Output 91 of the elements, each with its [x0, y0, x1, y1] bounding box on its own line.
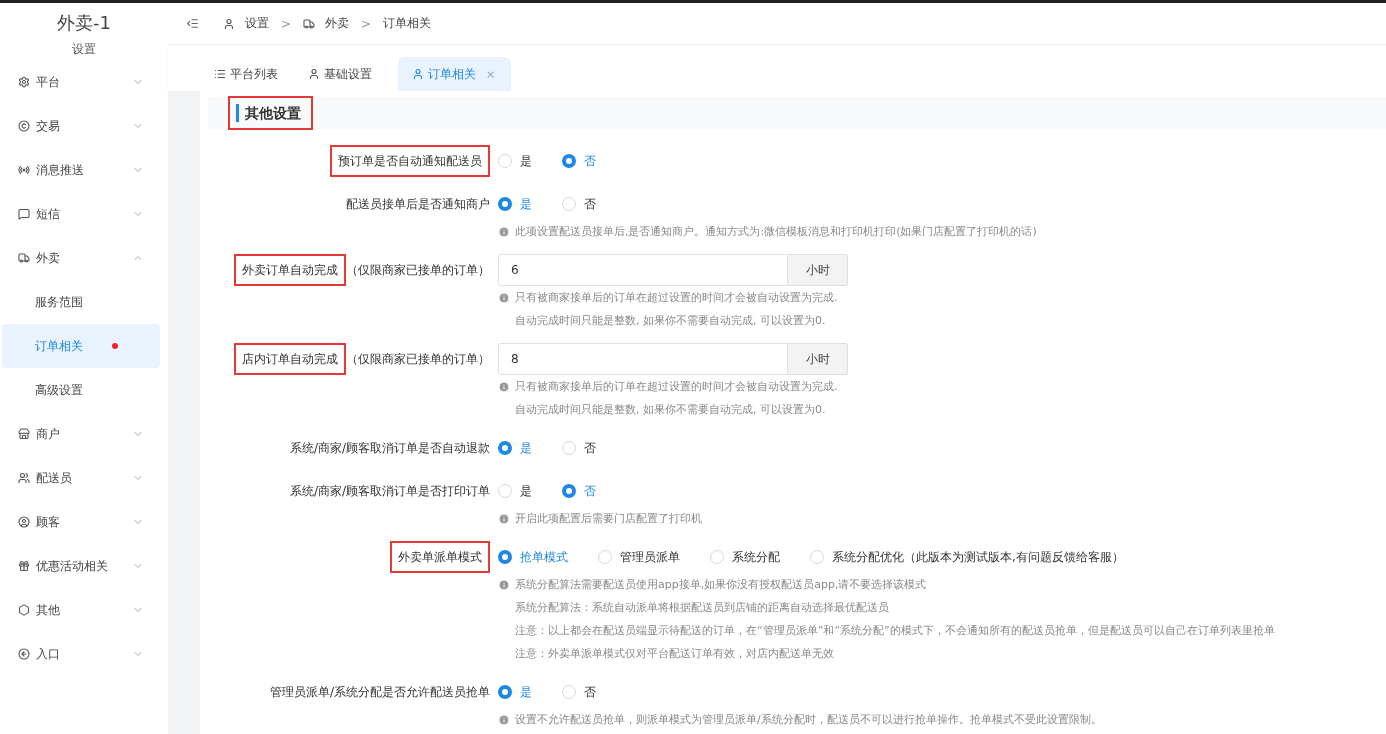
- sidebar-submenu-item[interactable]: 高级设置: [2, 368, 160, 412]
- radio-button[interactable]: [498, 197, 512, 211]
- unit-addon: 小时: [788, 254, 848, 286]
- radio-option[interactable]: 是: [498, 439, 532, 457]
- truck-icon: [303, 17, 316, 30]
- sidebar-menu-item[interactable]: 优惠活动相关: [0, 544, 160, 588]
- sidebar-menu-item[interactable]: 外卖: [0, 236, 160, 280]
- input-field[interactable]: 8: [498, 343, 788, 375]
- info-icon: [498, 578, 510, 591]
- radio-option[interactable]: 抢单模式: [498, 548, 568, 566]
- help-text: 此项设置配送员接单后,是否通知商户。通知方式为:微信模板消息和打印机打印(如果门店配置了打印机的话): [515, 224, 1037, 239]
- page-tab[interactable]: 平台列表: [200, 57, 294, 91]
- people-icon: [18, 472, 30, 484]
- app-title: 外卖-1: [57, 11, 111, 35]
- field-label: 配送员接单后是否通知商户: [346, 196, 490, 212]
- radio-option[interactable]: 否: [562, 683, 596, 701]
- info-icon: [498, 291, 510, 304]
- radio-button[interactable]: [562, 484, 576, 498]
- help-text: 设置不允许配送员抢单，则派单模式为管理员派单/系统分配时，配送员不可以进行抢单操作。抢单模式不受此设置限制。: [515, 712, 1102, 727]
- radio-button[interactable]: [562, 154, 576, 168]
- sidebar-menu-item[interactable]: 入口: [0, 632, 160, 676]
- field-label: 预订单是否自动通知配送员: [338, 153, 482, 169]
- app-subtitle: 设置: [72, 41, 96, 58]
- collapse-menu-icon[interactable]: [186, 17, 199, 30]
- help-text: 注意：以上都会在配送员端显示待配送的订单，在“管理员派单”和“系统分配”的模式下，不会通知所有的配送员抢单，但是配送员可以自己在订单列表里抢单: [515, 623, 1275, 638]
- radio-option[interactable]: 系统分配: [710, 548, 780, 566]
- radio-option[interactable]: 否: [562, 152, 596, 170]
- radio-option[interactable]: 否: [562, 439, 596, 457]
- help-text: 注意：外卖单派单模式仅对平台配送订单有效，对店内配送单无效: [515, 646, 834, 661]
- field-label: 系统/商家/顾客取消订单是否自动退款: [289, 440, 490, 456]
- field-label: 外卖订单自动完成: [242, 262, 338, 278]
- sidebar-menu-item[interactable]: 顾客: [0, 500, 160, 544]
- field-label: 管理员派单/系统分配是否允许配送员抢单: [269, 684, 490, 700]
- truck-icon: [18, 252, 30, 264]
- help-text: 系统分配算法需要配送员使用app接单,如果你没有授权配送员app,请不要选择该模式: [515, 577, 927, 592]
- info-icon: [498, 225, 510, 238]
- chat-icon: [18, 208, 30, 220]
- help-text: 自动完成时间只能是整数, 如果你不需要自动完成, 可以设置为0.: [515, 313, 826, 328]
- field-label-note: （仅限商家已接单的订单）: [346, 261, 490, 279]
- radio-button[interactable]: [498, 550, 512, 564]
- radio-option[interactable]: 是: [498, 683, 532, 701]
- radio-option[interactable]: 是: [498, 195, 532, 213]
- sidebar-menu-item[interactable]: 配送员: [0, 456, 160, 500]
- breadcrumb-item[interactable]: 外卖: [325, 15, 350, 32]
- unit-addon: 小时: [788, 343, 848, 375]
- list-icon: [214, 68, 226, 80]
- breadcrumb-separator: >: [361, 16, 372, 31]
- sidebar-menu-item[interactable]: 消息推送: [0, 148, 160, 192]
- radio-option[interactable]: 否: [562, 195, 596, 213]
- field-label-note: （仅限商家已接单的订单）: [346, 350, 490, 368]
- breadcrumb-separator: >: [281, 16, 292, 31]
- info-icon: [498, 512, 510, 525]
- field-label: 店内订单自动完成: [242, 351, 338, 367]
- user-icon: [18, 516, 30, 528]
- broadcast-icon: [18, 164, 30, 176]
- sidebar-menu-item[interactable]: 平台: [0, 60, 160, 104]
- sidebar-menu-item[interactable]: 交易: [0, 104, 160, 148]
- sidebar-menu-item[interactable]: 短信: [0, 192, 160, 236]
- help-text: 只有被商家接单后的订单在超过设置的时间才会被自动设置为完成.: [515, 379, 838, 394]
- radio-button[interactable]: [498, 685, 512, 699]
- help-text: 开启此项配置后需要门店配置了打印机: [515, 511, 702, 526]
- info-icon: [498, 380, 510, 393]
- arrow-circle-icon: [18, 648, 30, 660]
- radio-option[interactable]: 系统分配优化（此版本为测试版本,有问题反馈给客服）: [810, 548, 1124, 566]
- breadcrumb-item[interactable]: 设置: [245, 15, 269, 32]
- user-icon: [308, 68, 320, 80]
- hexagon-icon: [18, 604, 30, 616]
- gift-icon: [18, 560, 30, 572]
- sidebar-menu-item[interactable]: 商户: [0, 412, 160, 456]
- user-icon: [223, 17, 235, 30]
- help-text: 只有被商家接单后的订单在超过设置的时间才会被自动设置为完成.: [515, 290, 838, 305]
- help-text: 系统分配算法：系统自动派单将根据配送员到店铺的距离自动选择最优配送员: [515, 600, 889, 615]
- sidebar-submenu-item[interactable]: 服务范围: [2, 280, 160, 324]
- store-icon: [18, 428, 30, 440]
- page-tab[interactable]: 基础设置: [294, 57, 388, 91]
- radio-option[interactable]: 否: [562, 482, 596, 500]
- radio-option[interactable]: 管理员派单: [598, 548, 680, 566]
- field-label: 系统/商家/顾客取消订单是否打印订单: [289, 483, 490, 499]
- sidebar-menu-item[interactable]: 其他: [0, 588, 160, 632]
- radio-option[interactable]: 是: [498, 482, 532, 500]
- section-title: 其他设置: [236, 104, 301, 122]
- user-icon: [412, 68, 424, 80]
- copyright-icon: [18, 120, 30, 132]
- radio-button[interactable]: [498, 441, 512, 455]
- breadcrumb-item[interactable]: 订单相关: [383, 15, 432, 32]
- help-text: 自动完成时间只能是整数, 如果你不需要自动完成, 可以设置为0.: [515, 402, 826, 417]
- radio-option[interactable]: 是: [498, 152, 532, 170]
- input-field[interactable]: 6: [498, 254, 788, 286]
- info-icon: [498, 713, 510, 726]
- settings-icon: [18, 76, 30, 88]
- field-label: 外卖单派单模式: [398, 549, 482, 565]
